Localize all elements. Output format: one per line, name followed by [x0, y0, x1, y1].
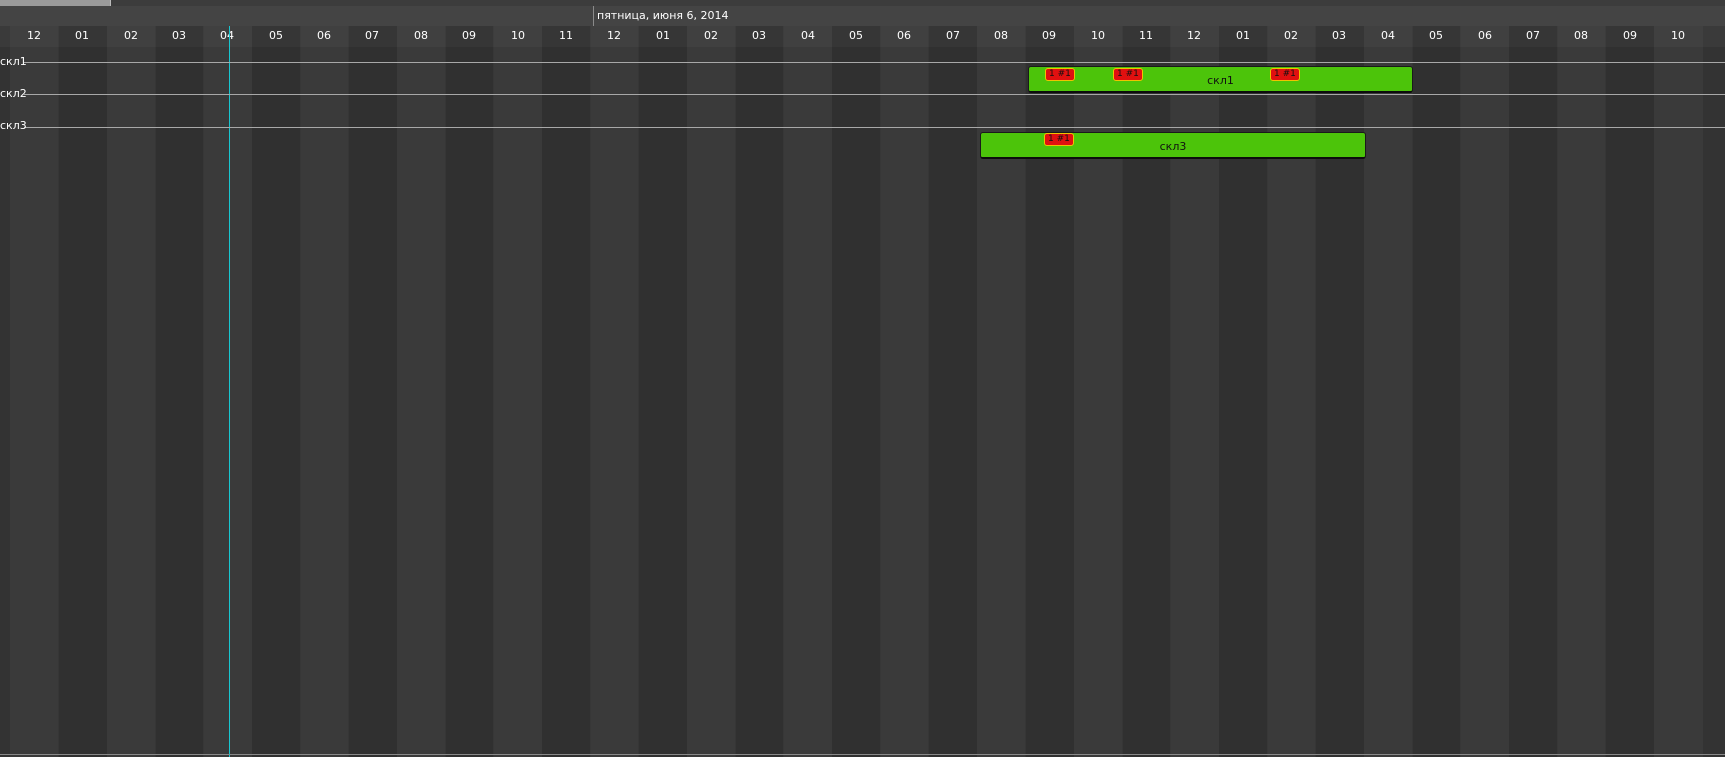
- hour-label: 01: [75, 29, 89, 42]
- timeline-column: [107, 26, 156, 757]
- timeline-column: [1460, 26, 1509, 757]
- timeline-column: [300, 26, 349, 757]
- scheduler-view: пятница, июня 6, 2014 12 01 02 03 04 05 06 07 08…: [0, 0, 1725, 757]
- hour-label: 03: [172, 29, 186, 42]
- hour-label: 03: [752, 29, 766, 42]
- timeline-column: [397, 26, 446, 757]
- hour-label: 05: [269, 29, 283, 42]
- hour-label: 02: [1284, 29, 1298, 42]
- hour-label: 09: [1042, 29, 1056, 42]
- timeline-column: [832, 26, 881, 757]
- bottom-border: [0, 754, 1725, 755]
- current-time-indicator: [229, 26, 230, 757]
- timeline-column: [252, 26, 301, 757]
- hour-label: 07: [1526, 29, 1540, 42]
- timeline-column: [542, 26, 591, 757]
- timeline-column: [1364, 26, 1413, 757]
- timeline-column: [783, 26, 832, 757]
- timeline-column: [735, 26, 784, 757]
- hour-label: 08: [994, 29, 1008, 42]
- timeline-column: [1605, 26, 1654, 757]
- timeline-column: [928, 26, 977, 757]
- timeline-column: [445, 26, 494, 757]
- timeline-column: [58, 26, 107, 757]
- hour-label: 09: [1623, 29, 1637, 42]
- hour-label: 05: [849, 29, 863, 42]
- hour-label: 07: [365, 29, 379, 42]
- hour-label: 08: [1574, 29, 1588, 42]
- timeline-column: [203, 26, 252, 757]
- hour-label: 02: [124, 29, 138, 42]
- timeline-column: [10, 26, 59, 757]
- hour-label: 10: [511, 29, 525, 42]
- timeline-column: [348, 26, 397, 757]
- timeline-column: [1557, 26, 1606, 757]
- timeline-column: [155, 26, 204, 757]
- hour-label: 06: [1478, 29, 1492, 42]
- task-label: скл1: [1207, 74, 1234, 87]
- hour-label: 12: [1187, 29, 1201, 42]
- task-marker[interactable]: 1 #1: [1045, 68, 1075, 81]
- hour-label: 04: [1381, 29, 1395, 42]
- task-bar-skl3[interactable]: скл3: [980, 132, 1366, 159]
- task-label: скл3: [1159, 140, 1187, 153]
- timeline-column: [1509, 26, 1558, 757]
- row-label-skl1: скл1: [0, 55, 27, 68]
- hour-label: 11: [559, 29, 573, 42]
- hour-label: 09: [462, 29, 476, 42]
- hour-label: 04: [220, 29, 234, 42]
- timeline-column: [1412, 26, 1461, 757]
- hour-label: 12: [27, 29, 41, 42]
- date-divider: [593, 6, 594, 26]
- timeline-column: [687, 26, 736, 757]
- hour-label: 10: [1671, 29, 1685, 42]
- task-marker[interactable]: 1 #1: [1044, 133, 1074, 146]
- hour-label: 04: [801, 29, 815, 42]
- row-separator: [24, 127, 1725, 128]
- hour-label: 07: [946, 29, 960, 42]
- timeline-column: [493, 26, 542, 757]
- hour-label: 08: [414, 29, 428, 42]
- timeline-column: [1654, 26, 1703, 757]
- timeline-column: [590, 26, 639, 757]
- timeline-column: [638, 26, 687, 757]
- hour-label: 11: [1139, 29, 1153, 42]
- hour-label: 01: [1236, 29, 1250, 42]
- hour-label: 02: [704, 29, 718, 42]
- hour-label: 03: [1332, 29, 1346, 42]
- timeline-column: [880, 26, 929, 757]
- row-separator: [24, 62, 1725, 63]
- task-marker[interactable]: 1 #1: [1270, 68, 1300, 81]
- row-separator: [24, 94, 1725, 95]
- hour-label: 06: [897, 29, 911, 42]
- task-bar-skl1[interactable]: скл1: [1028, 66, 1413, 93]
- row-label-skl3: скл3: [0, 119, 27, 132]
- task-marker[interactable]: 1 #1: [1113, 68, 1143, 81]
- hour-label: 12: [607, 29, 621, 42]
- row-label-skl2: скл2: [0, 87, 27, 100]
- hour-label: 01: [656, 29, 670, 42]
- hour-label: 10: [1091, 29, 1105, 42]
- date-label: пятница, июня 6, 2014: [597, 9, 729, 22]
- hour-label: 06: [317, 29, 331, 42]
- hour-label: 05: [1429, 29, 1443, 42]
